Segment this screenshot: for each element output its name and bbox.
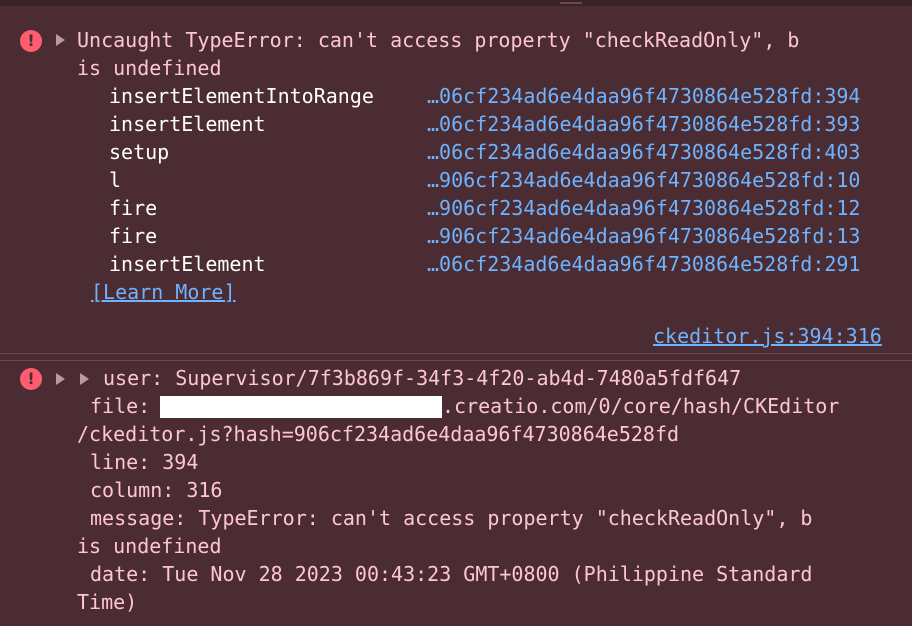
stack-function: insertElementIntoRange — [109, 84, 374, 108]
stack-location-link[interactable]: …06cf234ad6e4daa96f4730864e528fd:291 — [427, 250, 860, 278]
stack-function: setup — [109, 140, 170, 164]
top-border-mark — [560, 2, 582, 4]
user-line: user: Supervisor/7f3b869f-34f3-4f20-ab4d… — [103, 366, 742, 390]
message-line2: is undefined — [77, 534, 222, 558]
error-message-line1: Uncaught TypeError: can't access propert… — [77, 28, 800, 52]
error-message-line2: is undefined — [77, 56, 222, 80]
file-path-line2: /ckeditor.js?hash=906cf234ad6e4daa96f473… — [77, 422, 680, 446]
disclosure-triangle-icon[interactable] — [56, 34, 65, 46]
console-error-entry[interactable]: ! Uncaught TypeError: can't access prope… — [0, 20, 912, 350]
stack-location-link[interactable]: …06cf234ad6e4daa96f4730864e528fd:393 — [427, 110, 860, 138]
column-number: column: 316 — [90, 478, 223, 502]
stack-location-link[interactable]: …906cf234ad6e4daa96f4730864e528fd:13 — [427, 222, 860, 250]
disclosure-triangle-icon[interactable] — [80, 373, 89, 385]
stack-function: insertElement — [109, 112, 266, 136]
stack-location-link[interactable]: …06cf234ad6e4daa96f4730864e528fd:394 — [427, 82, 860, 110]
stack-function: insertElement — [109, 252, 266, 276]
entry-divider — [0, 353, 912, 354]
top-border — [0, 0, 912, 6]
error-icon: ! — [20, 30, 42, 52]
disclosure-triangle-icon[interactable] — [56, 373, 65, 385]
date-line2: Time) — [77, 590, 138, 614]
stack-function: l — [109, 168, 122, 192]
stack-location-link[interactable]: …06cf234ad6e4daa96f4730864e528fd:403 — [427, 138, 860, 166]
date-line1: date: Tue Nov 28 2023 00:43:23 GMT+0800 … — [90, 562, 813, 586]
stack-location-link[interactable]: …906cf234ad6e4daa96f4730864e528fd:12 — [427, 194, 860, 222]
stack-function: fire — [109, 196, 158, 220]
console-log-entry[interactable]: ! user: Supervisor/7f3b869f-34f3-4f20-ab… — [0, 360, 912, 626]
file-label: file: — [90, 394, 151, 418]
stack-location-link[interactable]: …906cf234ad6e4daa96f4730864e528fd:10 — [427, 166, 860, 194]
learn-more-link[interactable]: [Learn More] — [91, 278, 236, 306]
file-path: .creatio.com/0/core/hash/CKEditor — [442, 394, 840, 418]
source-file-link[interactable]: ckeditor.js:394:316 — [653, 322, 882, 350]
redacted-block — [160, 396, 442, 418]
line-number: line: 394 — [90, 450, 199, 474]
message-line1: message: TypeError: can't access propert… — [90, 506, 813, 530]
error-icon: ! — [20, 368, 42, 390]
stack-function: fire — [109, 224, 158, 248]
